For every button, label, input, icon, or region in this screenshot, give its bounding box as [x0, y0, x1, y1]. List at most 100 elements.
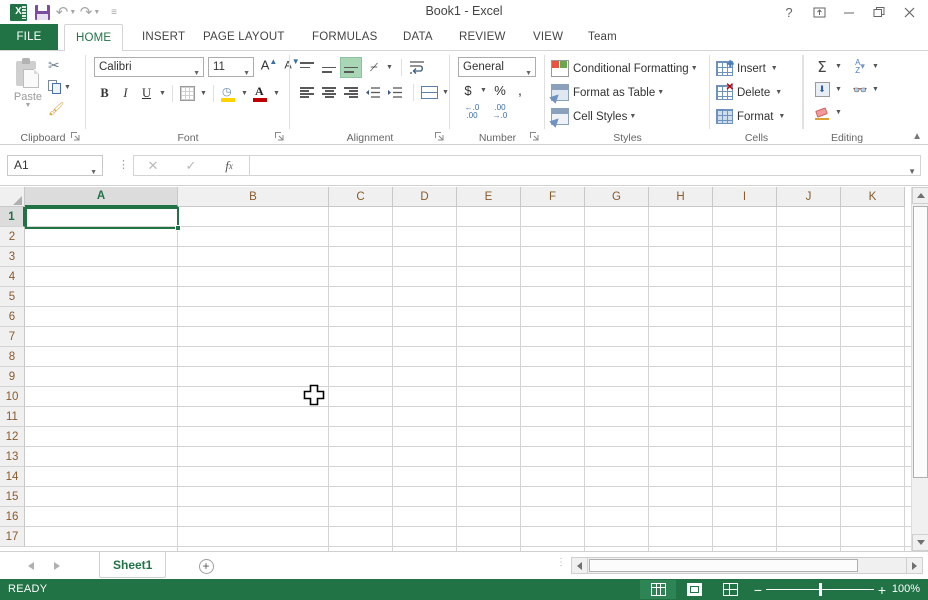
row-header-6[interactable]: 6 — [0, 307, 25, 327]
chevron-down-icon[interactable]: ▼ — [627, 113, 638, 120]
sort-filter-button[interactable]: A Z ▾ — [850, 56, 870, 77]
find-select-button[interactable]: 👓 — [850, 79, 870, 100]
close-icon[interactable] — [894, 0, 924, 24]
row-header-13[interactable]: 13 — [0, 447, 25, 467]
zoom-out-button[interactable]: − — [750, 583, 766, 597]
bold-button[interactable]: B — [94, 83, 115, 104]
row-header-10[interactable]: 10 — [0, 387, 25, 407]
column-header-e[interactable]: E — [457, 187, 521, 207]
page-break-view-button[interactable] — [712, 580, 748, 599]
add-sheet-button[interactable]: + — [196, 556, 216, 576]
comma-style-button[interactable]: , — [511, 80, 529, 100]
row-header-12[interactable]: 12 — [0, 427, 25, 447]
percent-style-button[interactable]: % — [489, 80, 511, 100]
font-dialog-launcher[interactable] — [275, 132, 286, 143]
name-box[interactable]: A1 ▼ — [7, 155, 103, 176]
font-size-input[interactable]: 11 ▼ — [208, 57, 254, 77]
column-header-k[interactable]: K — [841, 187, 905, 207]
font-name-input[interactable]: Calibri ▼ — [94, 57, 204, 77]
chevron-down-icon[interactable]: ▼ — [25, 102, 32, 109]
tab-data[interactable]: DATA — [392, 24, 444, 50]
horizontal-scroll-thumb[interactable] — [589, 559, 858, 572]
center-button[interactable] — [318, 82, 340, 103]
zoom-level-label[interactable]: 100% — [892, 583, 920, 595]
chevron-down-icon[interactable]: ▼ — [771, 65, 778, 72]
autosum-button[interactable]: Σ — [811, 56, 833, 77]
row-header-2[interactable]: 2 — [0, 227, 25, 247]
underline-button[interactable]: U — [136, 83, 157, 104]
cut-button[interactable]: ✂ — [48, 55, 76, 75]
tab-team[interactable]: Team — [577, 24, 628, 50]
selected-cell-a1[interactable] — [25, 207, 179, 229]
row-header-16[interactable]: 16 — [0, 507, 25, 527]
cancel-formula-icon[interactable]: ✕ — [134, 156, 172, 175]
merge-center-button[interactable] — [418, 82, 440, 103]
clear-button[interactable] — [811, 102, 833, 123]
row-header-11[interactable]: 11 — [0, 407, 25, 427]
scroll-left-button[interactable] — [571, 557, 588, 574]
middle-align-button[interactable] — [318, 57, 340, 78]
ribbon-display-options-icon[interactable] — [804, 0, 834, 24]
tab-file[interactable]: FILE — [0, 24, 58, 50]
scroll-up-button[interactable] — [912, 187, 928, 204]
borders-button[interactable] — [177, 83, 198, 104]
cell-styles-button[interactable]: Cell Styles ▼ — [551, 105, 638, 128]
row-header-3[interactable]: 3 — [0, 247, 25, 267]
column-header-a[interactable]: A — [25, 187, 178, 207]
chevron-down-icon[interactable]: ▼ — [62, 84, 73, 91]
number-dialog-launcher[interactable] — [530, 132, 541, 143]
zoom-in-button[interactable]: + — [874, 583, 890, 597]
chevron-down-icon[interactable]: ▼ — [90, 163, 97, 182]
align-right-button[interactable] — [340, 82, 362, 103]
column-header-c[interactable]: C — [329, 187, 393, 207]
undo-icon[interactable]: ↶ ▼ — [54, 2, 78, 22]
delete-cells-button[interactable]: ✕ Delete ▼ — [716, 81, 782, 104]
column-header-d[interactable]: D — [393, 187, 457, 207]
restore-icon[interactable] — [864, 0, 894, 24]
paste-button[interactable]: Paste ▼ — [6, 54, 50, 122]
row-header-5[interactable]: 5 — [0, 287, 25, 307]
collapse-ribbon-icon[interactable]: ▲ — [912, 131, 922, 142]
tab-formulas[interactable]: FORMULAS — [301, 24, 389, 50]
borders-chevron-down-icon[interactable]: ▼ — [198, 90, 209, 97]
clear-chevron-down-icon[interactable]: ▼ — [833, 109, 844, 116]
redo-icon[interactable]: ↷ ▼ — [78, 2, 102, 22]
row-header-1[interactable]: 1 — [0, 207, 25, 227]
decrease-decimal-button[interactable]: .00 →.0 — [486, 102, 514, 122]
zoom-slider-thumb[interactable] — [819, 583, 822, 596]
number-format-select[interactable]: General ▼ — [458, 57, 536, 77]
row-header-7[interactable]: 7 — [0, 327, 25, 347]
format-painter-button[interactable]: 🖌 — [48, 99, 76, 119]
row-header-9[interactable]: 9 — [0, 367, 25, 387]
tab-review[interactable]: REVIEW — [448, 24, 517, 50]
accounting-format-button[interactable]: $ — [458, 80, 478, 100]
page-layout-view-button[interactable] — [676, 580, 712, 599]
vertical-scroll-thumb[interactable] — [913, 206, 928, 478]
decrease-indent-button[interactable] — [362, 82, 384, 103]
chevron-down-icon[interactable]: ▼ — [655, 89, 666, 96]
font-color-chevron-down-icon[interactable]: ▼ — [271, 90, 282, 97]
insert-function-icon[interactable]: fx — [210, 156, 248, 175]
tab-home[interactable]: HOME — [64, 24, 124, 51]
orientation-button[interactable]: ⌿ — [362, 57, 384, 78]
row-header-17[interactable]: 17 — [0, 527, 25, 547]
sheet-tab-sheet1[interactable]: Sheet1 — [99, 552, 167, 578]
fill-handle[interactable] — [175, 225, 181, 231]
help-icon[interactable]: ? — [774, 0, 804, 24]
insert-cells-button[interactable]: ✚ Insert ▼ — [716, 57, 778, 80]
row-header-15[interactable]: 15 — [0, 487, 25, 507]
tab-page-layout[interactable]: PAGE LAYOUT — [192, 24, 296, 50]
save-icon[interactable] — [30, 2, 54, 22]
next-sheet-button[interactable] — [44, 556, 70, 576]
top-align-button[interactable] — [296, 57, 318, 78]
conditional-formatting-button[interactable]: Conditional Formatting ▼ — [551, 57, 700, 80]
zoom-slider[interactable] — [766, 579, 874, 600]
chevron-down-icon[interactable]: ▼ — [775, 89, 782, 96]
accounting-chevron-down-icon[interactable]: ▼ — [478, 87, 489, 94]
orientation-chevron-down-icon[interactable]: ▼ — [384, 64, 395, 71]
underline-chevron-down-icon[interactable]: ▼ — [157, 90, 168, 97]
chevron-down-icon[interactable]: ▼ — [689, 65, 700, 72]
fill-button[interactable]: ⬇ — [811, 79, 833, 100]
font-color-button[interactable]: A — [250, 83, 271, 104]
increase-decimal-button[interactable]: ←.0.00 — [458, 102, 486, 122]
